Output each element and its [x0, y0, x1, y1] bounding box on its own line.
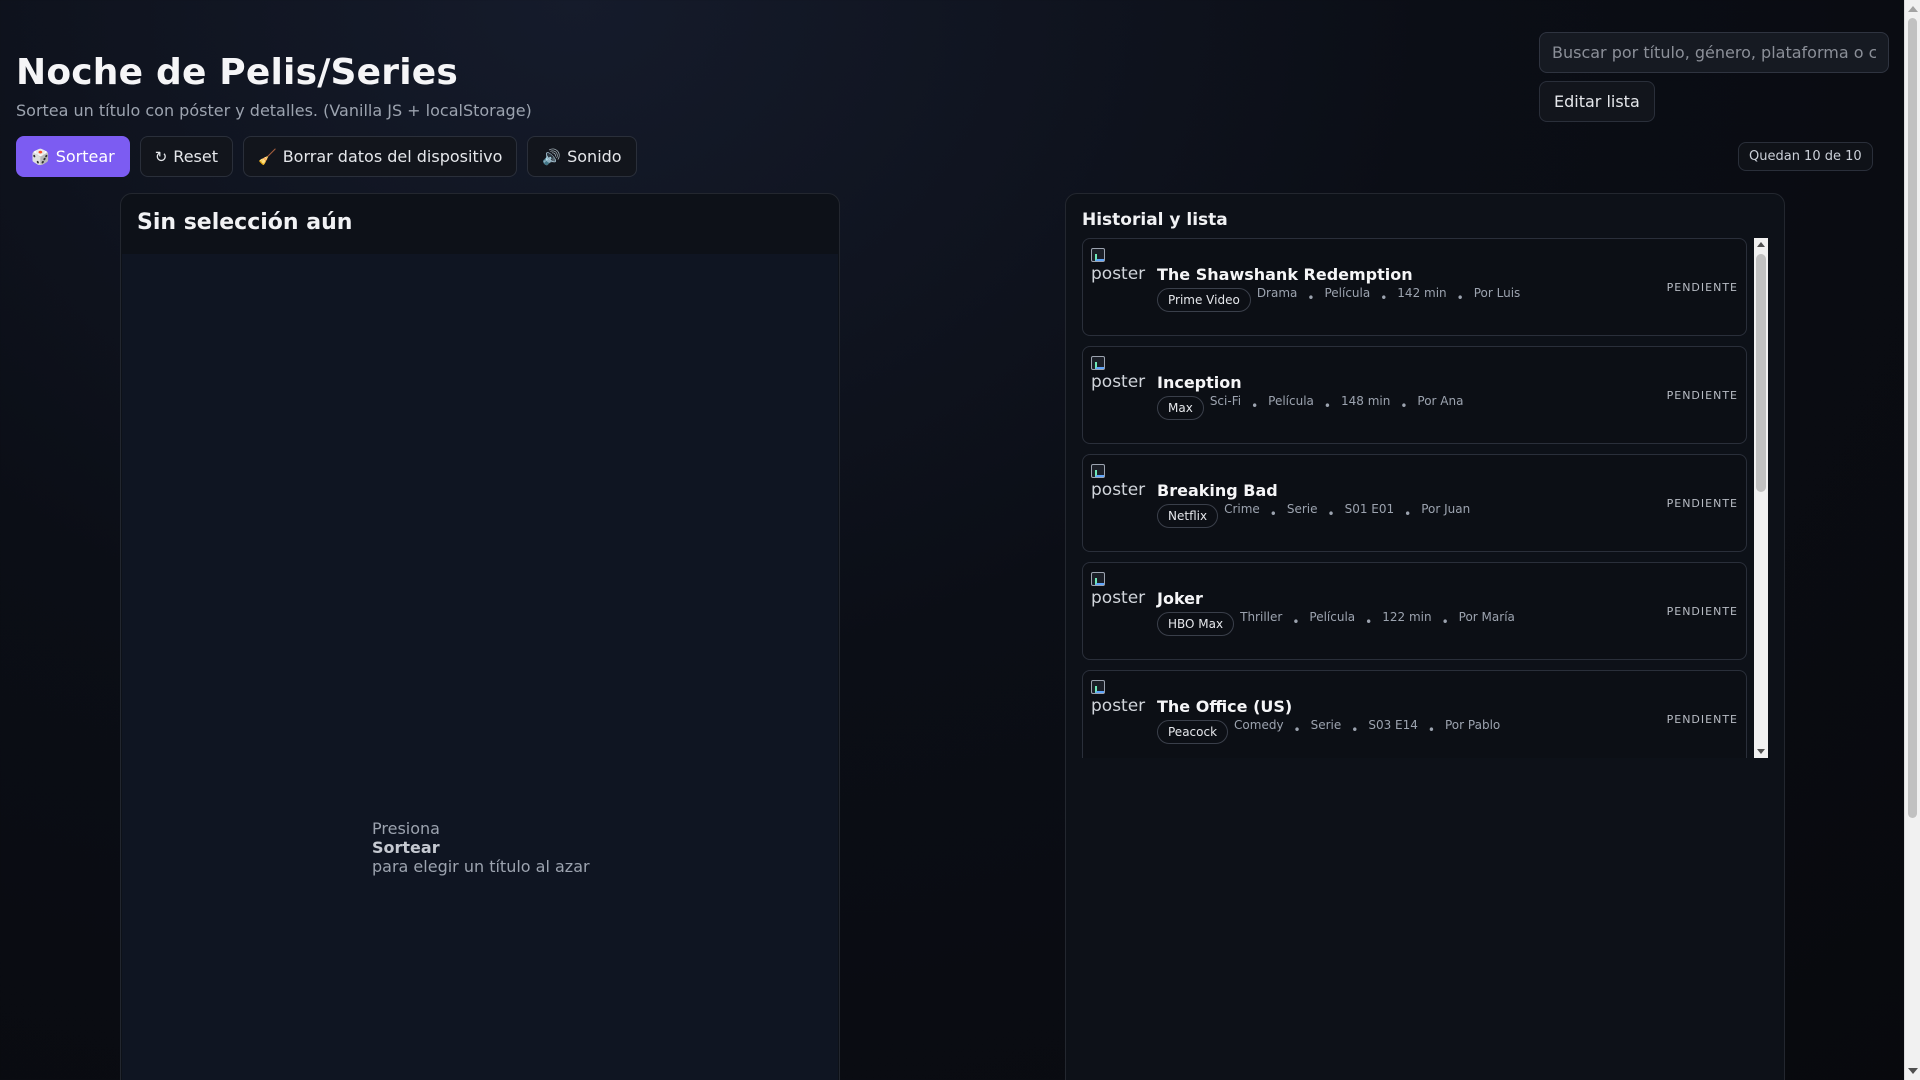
- toolbar: 🎲 Sortear ↻ Reset 🧹 Borrar datos del dis…: [16, 136, 637, 177]
- list-scrollbar[interactable]: [1754, 238, 1768, 758]
- platform-badge: Max: [1157, 396, 1204, 420]
- item-meta: Netflix Crime • Serie • S01 E01 • Por Ju…: [1157, 500, 1470, 528]
- item-type: Película: [1324, 286, 1371, 300]
- scroll-down-icon[interactable]: [1757, 749, 1765, 754]
- item-length: S03 E14: [1368, 718, 1418, 732]
- scroll-thumb[interactable]: [1756, 254, 1766, 492]
- broken-image-icon: [1091, 248, 1105, 262]
- list-item[interactable]: poster Breaking Bad Netflix Crime • Seri…: [1082, 454, 1747, 552]
- poster-alt: poster: [1091, 480, 1146, 500]
- scroll-up-icon[interactable]: [1757, 242, 1765, 247]
- item-added-by: Por María: [1458, 610, 1515, 624]
- search-input[interactable]: [1539, 32, 1889, 73]
- list-item[interactable]: poster The Shawshank Redemption Prime Vi…: [1082, 238, 1747, 336]
- item-length: S01 E01: [1344, 502, 1395, 516]
- item-genre: Drama: [1256, 286, 1298, 300]
- item-title: The Office (US): [1157, 697, 1293, 716]
- item-genre: Comedy: [1234, 718, 1284, 732]
- sortear-button[interactable]: 🎲 Sortear: [16, 136, 130, 177]
- empty-message: Presiona Sortear para elegir un título a…: [372, 819, 590, 876]
- item-genre: Thriller: [1240, 610, 1283, 624]
- status-badge: PENDIENTE: [1666, 497, 1738, 510]
- reset-icon: ↻: [154, 147, 168, 166]
- history-card: Historial y lista poster The Shawshank R…: [1065, 193, 1785, 1080]
- list-item[interactable]: poster Joker HBO Max Thriller • Película…: [1082, 562, 1747, 660]
- reset-button[interactable]: ↻ Reset: [139, 136, 233, 177]
- header: Noche de Pelis/Series Sortea un título c…: [16, 52, 532, 120]
- selection-card: Sin selección aún Presiona Sortear para …: [120, 193, 840, 1080]
- edit-list-button[interactable]: Editar lista: [1539, 81, 1655, 122]
- poster-alt: poster: [1091, 264, 1146, 284]
- status-badge: PENDIENTE: [1666, 713, 1738, 726]
- speaker-icon: 🔊: [542, 147, 562, 166]
- poster-image: poster: [1091, 679, 1147, 715]
- item-title: The Shawshank Redemption: [1157, 265, 1413, 284]
- item-type: Serie: [1286, 502, 1318, 516]
- empty-bold: Sortear: [372, 838, 440, 857]
- item-added-by: Por Luis: [1473, 286, 1521, 300]
- item-genre: Crime: [1224, 502, 1260, 516]
- selection-body: Presiona Sortear para elegir un título a…: [122, 254, 838, 1080]
- poster-image: poster: [1091, 247, 1147, 283]
- platform-badge: Netflix: [1157, 504, 1219, 528]
- selection-title: Sin selección aún: [137, 210, 353, 235]
- page-subtitle: Sortea un título con póster y detalles. …: [16, 101, 532, 120]
- page-scrollbar[interactable]: [1904, 0, 1920, 1080]
- sound-label: Sonido: [567, 147, 622, 166]
- status-badge: PENDIENTE: [1666, 605, 1738, 618]
- poster-alt: poster: [1091, 588, 1146, 608]
- poster-image: poster: [1091, 463, 1147, 499]
- item-length: 142 min: [1397, 286, 1447, 300]
- history-list: poster The Shawshank Redemption Prime Vi…: [1082, 238, 1768, 758]
- item-added-by: Por Juan: [1421, 502, 1471, 516]
- page-title: Noche de Pelis/Series: [16, 52, 459, 93]
- item-genre: Sci-Fi: [1209, 394, 1242, 408]
- broken-image-icon: [1091, 356, 1105, 370]
- item-title: Inception: [1157, 373, 1242, 392]
- platform-badge: Prime Video: [1157, 288, 1251, 312]
- item-type: Película: [1268, 394, 1314, 408]
- empty-line-1: Presiona: [372, 819, 440, 838]
- item-meta: HBO Max Thriller • Película • 122 min • …: [1157, 608, 1515, 636]
- list-item[interactable]: poster The Office (US) Peacock Comedy • …: [1082, 670, 1747, 758]
- reset-label: Reset: [173, 147, 218, 166]
- item-meta: Prime Video Drama • Película • 142 min •…: [1157, 284, 1520, 312]
- poster-alt: poster: [1091, 696, 1146, 716]
- item-meta: Peacock Comedy • Serie • S03 E14 • Por P…: [1157, 716, 1500, 744]
- clear-data-label: Borrar datos del dispositivo: [282, 147, 503, 166]
- dice-icon: 🎲: [31, 147, 50, 166]
- status-badge: PENDIENTE: [1666, 389, 1738, 402]
- broken-image-icon: [1091, 464, 1105, 478]
- broken-image-icon: [1091, 572, 1105, 586]
- poster-image: poster: [1091, 355, 1147, 391]
- history-title: Historial y lista: [1082, 210, 1228, 230]
- list-item[interactable]: poster Inception Max Sci-Fi • Película •…: [1082, 346, 1747, 444]
- page-scroll-up-icon[interactable]: [1908, 6, 1918, 12]
- broken-image-icon: [1091, 680, 1105, 694]
- item-length: 122 min: [1382, 610, 1432, 624]
- item-type: Película: [1309, 610, 1356, 624]
- platform-badge: Peacock: [1157, 720, 1229, 744]
- poster-image: poster: [1091, 571, 1147, 607]
- item-title: Joker: [1157, 589, 1203, 608]
- broom-icon: 🧹: [258, 147, 277, 166]
- status-badge: PENDIENTE: [1666, 281, 1738, 294]
- sortear-label: Sortear: [55, 147, 115, 166]
- item-length: 148 min: [1340, 394, 1391, 408]
- poster-alt: poster: [1091, 372, 1146, 392]
- page-scroll-thumb[interactable]: [1908, 18, 1917, 818]
- page-scroll-down-icon[interactable]: [1908, 1068, 1918, 1074]
- platform-badge: HBO Max: [1157, 612, 1235, 636]
- remaining-badge: Quedan 10 de 10: [1738, 142, 1873, 171]
- item-added-by: Por Pablo: [1445, 718, 1501, 732]
- item-meta: Max Sci-Fi • Película • 148 min • Por An…: [1157, 392, 1463, 420]
- clear-data-button[interactable]: 🧹 Borrar datos del dispositivo: [243, 136, 518, 177]
- sound-button[interactable]: 🔊 Sonido: [527, 136, 637, 177]
- item-title: Breaking Bad: [1157, 481, 1278, 500]
- item-type: Serie: [1310, 718, 1342, 732]
- empty-line-2: para elegir un título al azar: [372, 857, 590, 876]
- item-added-by: Por Ana: [1417, 394, 1464, 408]
